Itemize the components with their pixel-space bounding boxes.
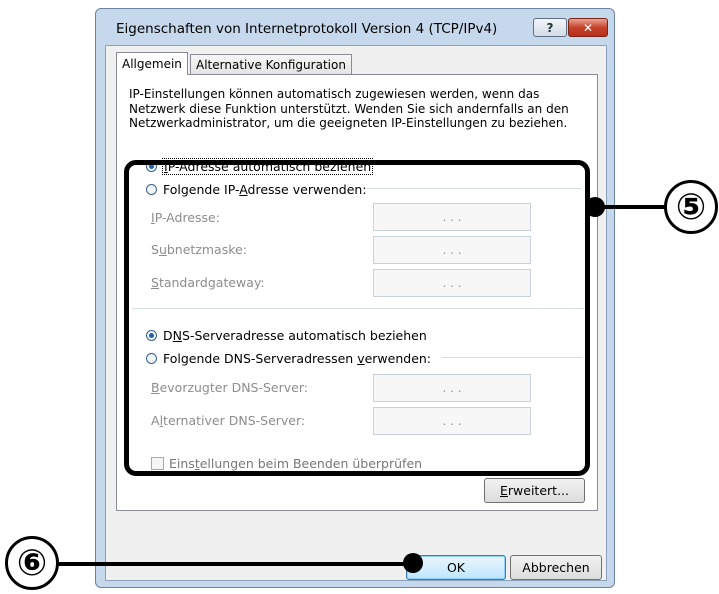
- cancel-button[interactable]: Abbrechen: [510, 555, 602, 580]
- tab-alternative-konfiguration[interactable]: Alternative Konfiguration: [190, 54, 352, 75]
- callout-5-line: [595, 205, 668, 209]
- intro-text: IP-Einstellungen können automatisch zuge…: [129, 87, 569, 130]
- callout-6-badge: ⑥: [5, 536, 59, 590]
- callout-highlight-frame: [124, 160, 590, 476]
- advanced-button[interactable]: Erweitert...: [484, 478, 585, 503]
- callout-5-badge: ⑤: [664, 180, 718, 234]
- window-title: Eigenschaften von Internetprotokoll Vers…: [116, 21, 498, 37]
- close-button[interactable]: ✕: [568, 18, 608, 37]
- callout-6-dot: [403, 553, 423, 573]
- callout-6-line: [58, 562, 418, 566]
- tab-allgemein[interactable]: Allgemein: [116, 52, 188, 75]
- help-button[interactable]: ?: [533, 18, 567, 37]
- close-icon: ✕: [582, 20, 594, 35]
